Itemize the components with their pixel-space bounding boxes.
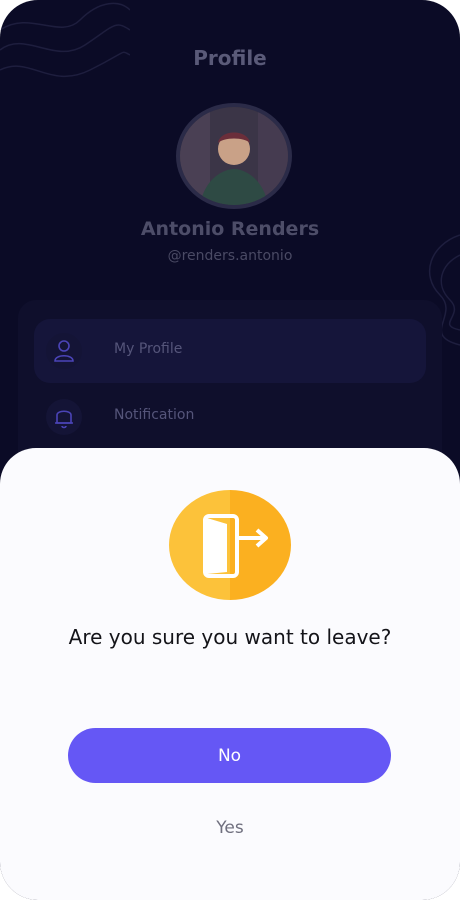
avatar-photo [180,107,288,205]
profile-name: Antonio Renders [140,218,320,240]
menu-item-label: My Profile [114,341,183,357]
yes-button[interactable]: Yes [180,813,280,843]
phone-screen: Profile Antonio Renders @renders.antonio… [0,0,460,900]
avatar[interactable] [176,103,292,209]
page-title: Profile [193,46,267,70]
confirm-question: Are you sure you want to leave? [68,625,392,649]
exit-door-icon [169,490,291,600]
no-button[interactable]: No [68,728,391,783]
user-icon [46,333,82,369]
bell-icon [46,399,82,435]
profile-handle: @renders.antonio [167,248,293,264]
menu-item-my-profile[interactable]: My Profile [34,319,426,383]
menu-item-label: Notification [114,407,195,423]
logout-bottom-sheet: Are you sure you want to leave? No Yes [0,448,460,900]
menu-item-notification[interactable]: Notification [34,385,426,449]
